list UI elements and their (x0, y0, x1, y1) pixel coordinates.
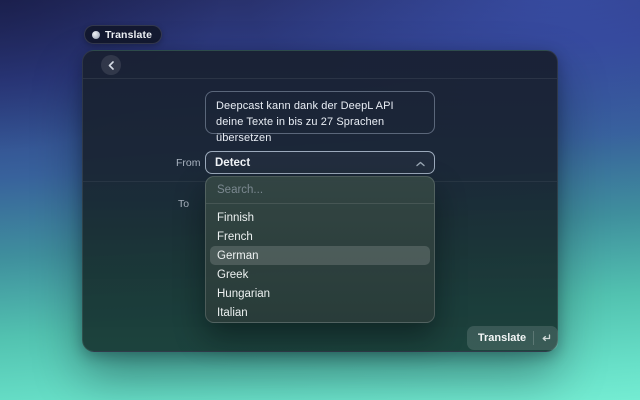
window-header (83, 51, 557, 79)
translate-window: Deepcast kann dank der DeepL API deine T… (82, 50, 558, 352)
dropdown-item[interactable]: Finnish (210, 208, 430, 227)
from-label: From (176, 157, 201, 169)
source-text-input[interactable]: Deepcast kann dank der DeepL API deine T… (205, 91, 435, 134)
language-dropdown: Finnish French German Greek Hungarian It… (205, 176, 435, 323)
language-list: Finnish French German Greek Hungarian It… (206, 204, 434, 323)
app-badge[interactable]: Translate (84, 25, 162, 44)
language-search-input[interactable] (206, 177, 434, 204)
from-select-value: Detect (215, 157, 250, 169)
translate-button[interactable]: Translate (467, 326, 558, 350)
dropdown-item[interactable]: German (210, 246, 430, 265)
app-badge-label: Translate (105, 29, 152, 41)
back-button[interactable] (101, 55, 121, 75)
from-select[interactable]: Detect (205, 151, 435, 174)
to-label: To (178, 198, 189, 210)
dropdown-item[interactable]: Italian (210, 303, 430, 322)
chevron-up-icon (416, 154, 425, 172)
chevron-left-icon (108, 61, 115, 70)
translate-button-label: Translate (467, 332, 533, 344)
gear-icon (92, 31, 100, 39)
dropdown-item[interactable]: Greek (210, 265, 430, 284)
dropdown-item[interactable]: Hungarian (210, 284, 430, 303)
dropdown-item[interactable]: French (210, 227, 430, 246)
return-key-icon (534, 334, 558, 343)
